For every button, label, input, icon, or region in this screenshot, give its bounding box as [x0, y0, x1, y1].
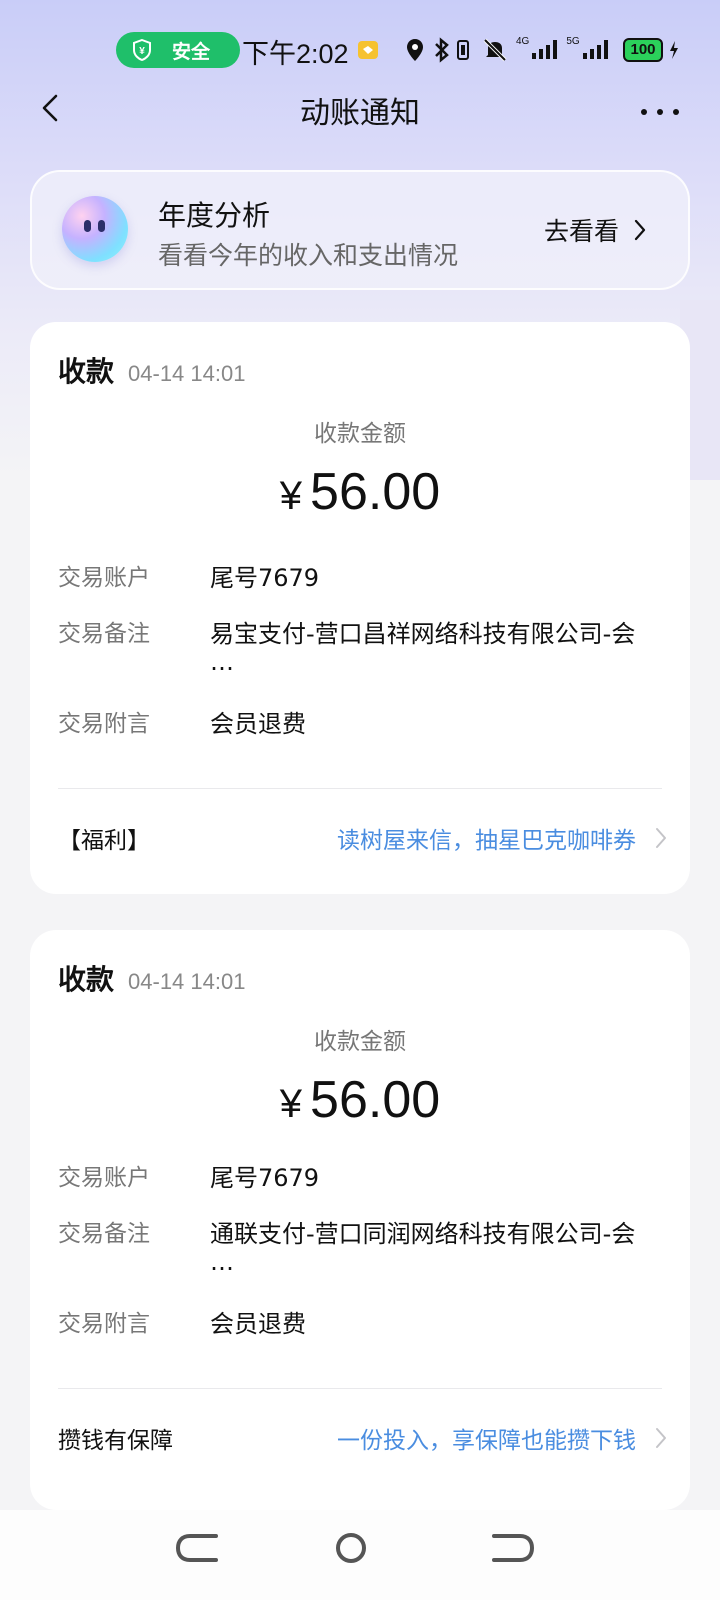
- currency-symbol: ¥: [279, 474, 303, 518]
- chevron-right-icon: [656, 828, 666, 848]
- annual-subtitle: 看看今年的收入和支出情况: [158, 241, 459, 270]
- row-value: 易宝支付-营口昌祥网络科技有限公司-会: [210, 620, 636, 648]
- mute-icon: [483, 38, 507, 62]
- back-nav-icon[interactable]: [170, 1528, 226, 1568]
- safe-badge[interactable]: ¥ 安全: [116, 32, 240, 68]
- annual-title: 年度分析: [158, 199, 271, 232]
- battery-indicator: 100: [623, 38, 663, 62]
- amount-number: 56.00: [310, 1071, 441, 1129]
- svg-text:¥: ¥: [139, 46, 145, 57]
- nav-bar: 动账通知: [0, 80, 720, 136]
- row-label: 交易备注: [58, 1221, 150, 1247]
- chevron-right-icon: [634, 219, 646, 241]
- transaction-time: 04-14 14:01: [128, 361, 246, 386]
- promo-row[interactable]: 攒钱有保障 一份投入，享保障也能攒下钱: [58, 1418, 668, 1458]
- annual-analysis-banner[interactable]: 年度分析 看看今年的收入和支出情况 去看看: [30, 170, 690, 290]
- system-nav-bar: [0, 1510, 720, 1600]
- mascot-orb-icon: [62, 196, 128, 262]
- promo-label: 【福利】: [58, 828, 150, 854]
- detail-row-message: 交易附言 会员退费: [58, 706, 668, 742]
- bluetooth-icon: [435, 37, 449, 63]
- detail-row-account: 交易账户 尾号7679: [58, 560, 668, 596]
- shield-icon: ¥: [133, 39, 151, 61]
- recents-nav-icon[interactable]: [484, 1528, 540, 1568]
- annual-go-label: 去看看: [544, 217, 620, 246]
- status-icons: 4G 5G: [356, 36, 611, 64]
- promo-row[interactable]: 【福利】 读树屋来信，抽星巴克咖啡券: [58, 818, 668, 858]
- transaction-type: 收款: [58, 963, 115, 996]
- detail-row-remark: 交易备注 易宝支付-营口昌祥网络科技有限公司-会 …: [58, 616, 668, 676]
- promo-label: 攒钱有保障: [58, 1428, 173, 1454]
- detail-row-account: 交易账户 尾号7679: [58, 1160, 668, 1196]
- transaction-time: 04-14 14:01: [128, 969, 246, 994]
- row-value: 尾号7679: [210, 1164, 320, 1192]
- transaction-type: 收款: [58, 355, 115, 388]
- detail-row-message: 交易附言 会员退费: [58, 1306, 668, 1342]
- detail-row-remark: 交易备注 通联支付-营口同润网络科技有限公司-会 …: [58, 1216, 668, 1276]
- status-bar: ¥ 安全 下午2:02 4G 5G 100: [0, 30, 720, 70]
- currency-symbol: ¥: [279, 1082, 303, 1126]
- vibrate-icon: [457, 40, 469, 60]
- amount-label: 收款金额: [314, 1029, 406, 1055]
- row-label: 交易备注: [58, 621, 150, 647]
- row-value-ellipsis: …: [210, 648, 234, 676]
- signal-icon: [532, 40, 558, 59]
- amount-label: 收款金额: [314, 421, 406, 447]
- amount-number: 56.00: [310, 463, 441, 521]
- row-value-ellipsis: …: [210, 1248, 234, 1276]
- network-5g-label: 5G: [566, 36, 580, 47]
- charging-icon: [670, 41, 678, 59]
- amount-value: ¥56.00: [30, 462, 690, 522]
- divider: [58, 1388, 662, 1389]
- card-header: 收款 04-14 14:01: [58, 350, 245, 390]
- row-label: 交易账户: [58, 565, 150, 591]
- home-nav-icon[interactable]: [323, 1528, 379, 1568]
- annual-go-button[interactable]: 去看看: [544, 212, 647, 248]
- transaction-card[interactable]: 收款 04-14 14:01 收款金额 ¥56.00 交易账户 尾号7679 交…: [30, 322, 690, 894]
- row-value: 通联支付-营口同润网络科技有限公司-会: [210, 1220, 636, 1248]
- network-4g-label: 4G: [516, 36, 530, 47]
- promo-link[interactable]: 读树屋来信，抽星巴克咖啡券: [337, 821, 636, 855]
- card-header: 收款 04-14 14:01: [58, 958, 245, 998]
- row-value: 会员退费: [210, 710, 306, 738]
- signal-icon-2: [582, 40, 608, 59]
- amount-value: ¥56.00: [30, 1070, 690, 1130]
- more-icon[interactable]: [636, 88, 684, 128]
- transaction-card[interactable]: 收款 04-14 14:01 收款金额 ¥56.00 交易账户 尾号7679 交…: [30, 930, 690, 1510]
- row-label: 交易附言: [58, 1311, 150, 1337]
- row-label: 交易附言: [58, 711, 150, 737]
- row-value: 尾号7679: [210, 564, 320, 592]
- row-value-block: 通联支付-营口同润网络科技有限公司-会 …: [210, 1216, 636, 1276]
- notification-app-icon: [358, 41, 378, 59]
- status-time: 下午2:02: [242, 39, 349, 69]
- location-icon: [407, 39, 423, 61]
- page-title: 动账通知: [300, 96, 420, 131]
- row-value: 会员退费: [210, 1310, 306, 1338]
- chevron-right-icon: [656, 1428, 666, 1448]
- row-label: 交易账户: [58, 1165, 150, 1191]
- safe-label: 安全: [172, 40, 211, 63]
- row-value-block: 易宝支付-营口昌祥网络科技有限公司-会 …: [210, 616, 636, 676]
- divider: [58, 788, 662, 789]
- promo-link[interactable]: 一份投入，享保障也能攒下钱: [337, 1421, 636, 1455]
